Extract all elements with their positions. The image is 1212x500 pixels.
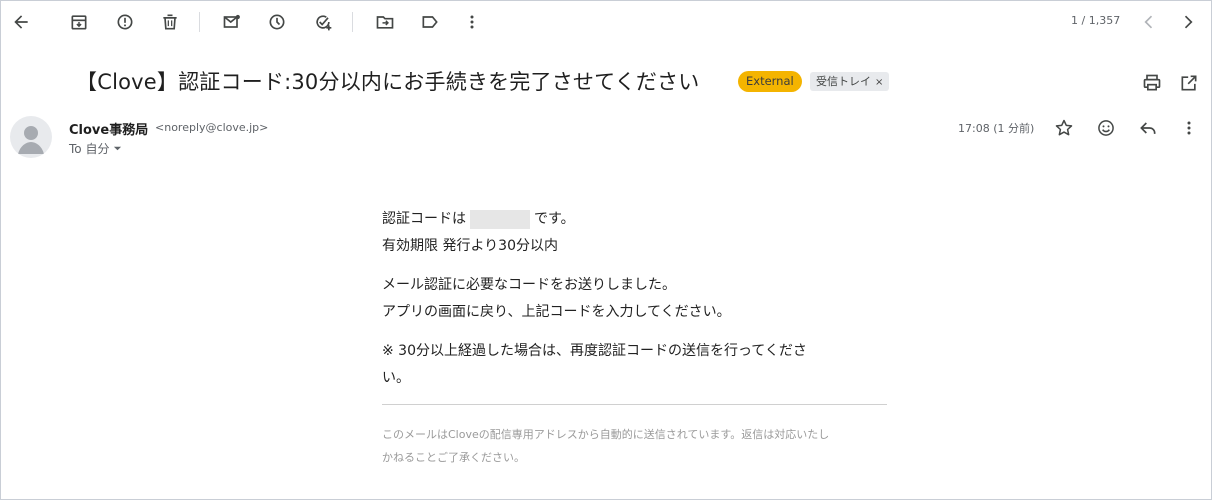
archive-icon[interactable] bbox=[67, 10, 91, 34]
body-line: アプリの画面に戻り、上記コードを入力してください。 bbox=[382, 304, 731, 320]
mark-unread-icon[interactable] bbox=[220, 10, 244, 34]
print-icon[interactable] bbox=[1141, 72, 1163, 94]
footer-line: このメールはCloveの配信専用アドレスから自動的に送信されています。返信は対応… bbox=[382, 428, 830, 441]
expiry-line: 有効期限 発行より30分以内 bbox=[382, 238, 558, 254]
label-icon[interactable] bbox=[418, 10, 442, 34]
footer-line: かねることご了承ください。 bbox=[382, 451, 525, 464]
email-subject: 【Clove】認証コード:30分以内にお手続きを完了させてください bbox=[76, 70, 700, 94]
report-spam-icon[interactable] bbox=[113, 10, 137, 34]
note-line: ※ 30分以上経過した場合は、再度認証コードの送信を行ってくださ bbox=[382, 343, 807, 359]
older-chevron-icon[interactable] bbox=[1176, 10, 1200, 34]
toolbar: 1 / 1,357 bbox=[0, 0, 1212, 44]
emoji-reaction-icon[interactable] bbox=[1095, 117, 1117, 139]
page-count: 1 / 1,357 bbox=[1071, 14, 1121, 27]
add-task-icon[interactable] bbox=[311, 10, 335, 34]
code-line: 認証コードは です。 bbox=[382, 206, 887, 233]
reply-icon[interactable] bbox=[1137, 117, 1159, 139]
note-line: い。 bbox=[382, 370, 410, 386]
body-divider bbox=[382, 404, 887, 405]
external-badge: External bbox=[738, 71, 802, 92]
chevron-down-icon[interactable] bbox=[113, 144, 122, 153]
inbox-label-text: 受信トレイ bbox=[816, 75, 871, 88]
delete-icon[interactable] bbox=[158, 10, 182, 34]
redacted-code bbox=[470, 209, 530, 229]
email-body: 認証コードは です。 有効期限 発行より30分以内 メール認証に必要なコードをお送… bbox=[382, 206, 887, 469]
snooze-icon[interactable] bbox=[265, 10, 289, 34]
avatar[interactable] bbox=[10, 116, 52, 158]
more-vertical-icon[interactable] bbox=[460, 10, 484, 34]
remove-label-icon[interactable]: × bbox=[875, 77, 883, 88]
recipient-label: To 自分 bbox=[69, 142, 110, 156]
recipient-details[interactable]: To 自分 bbox=[69, 140, 122, 157]
open-in-new-window-icon[interactable] bbox=[1178, 72, 1200, 94]
star-icon[interactable] bbox=[1053, 117, 1075, 139]
footer-note: このメールはCloveの配信専用アドレスから自動的に送信されています。返信は対応… bbox=[382, 423, 887, 469]
code-prefix: 認証コードは bbox=[382, 211, 466, 227]
inbox-label-chip[interactable]: 受信トレイ × bbox=[810, 72, 890, 91]
toolbar-divider bbox=[352, 12, 353, 32]
body-line: メール認証に必要なコードをお送りしました。 bbox=[382, 277, 676, 293]
code-suffix: です。 bbox=[534, 211, 575, 227]
back-icon[interactable] bbox=[9, 10, 33, 34]
move-to-icon[interactable] bbox=[373, 10, 397, 34]
more-options-icon[interactable] bbox=[1178, 117, 1200, 139]
sender-email: <noreply@clove.jp> bbox=[155, 121, 269, 134]
toolbar-divider bbox=[199, 12, 200, 32]
newer-chevron-icon[interactable] bbox=[1137, 10, 1161, 34]
timestamp: 17:08 (1 分前) bbox=[958, 122, 1035, 135]
sender-name[interactable]: Clove事務局 bbox=[69, 119, 148, 138]
